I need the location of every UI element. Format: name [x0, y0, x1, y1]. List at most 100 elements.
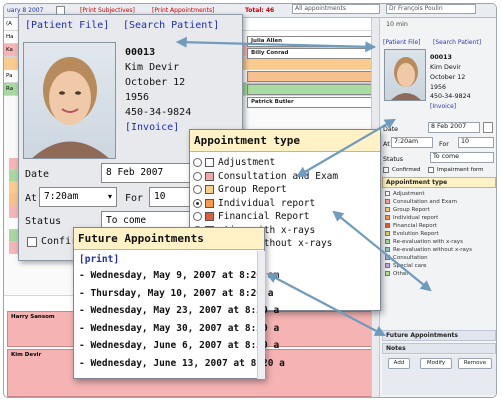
patient-file-link[interactable]: [Patient File]	[25, 20, 109, 31]
for-label: For	[125, 193, 144, 204]
radio-button[interactable]	[193, 198, 202, 208]
date-field[interactable]: 8 Feb 2007	[428, 122, 480, 133]
color-swatch	[385, 207, 390, 212]
patient-phone: 450-34-9824	[430, 93, 471, 100]
appointment-type-option[interactable]: Consultation and Exam	[385, 199, 472, 207]
status-select[interactable]: To come	[430, 152, 494, 163]
search-patient-link[interactable]: [Search Patient]	[123, 20, 219, 31]
appointment-type-option[interactable]: Individual report	[385, 215, 472, 223]
patient-name: Kim Devir	[125, 62, 180, 73]
patient-photo	[384, 49, 426, 101]
future-appointment-item: - Wednesday, May 30, 2007 at 8:20 a	[79, 322, 280, 334]
patient-id: 00013	[125, 47, 156, 58]
patient-birth-year: 1956	[125, 92, 150, 103]
patient-phone: 450-34-9824	[125, 107, 192, 118]
appointment-type-label: Individual report	[218, 197, 316, 209]
appointment-block[interactable]	[247, 71, 372, 82]
future-appointment-item: - Wednesday, June 6, 2007 at 8:20 a	[79, 340, 280, 351]
appointment-type-option[interactable]: Special care	[385, 263, 472, 271]
app-screenshot: uary 8 2007 [Print Subjectives] [Print A…	[0, 0, 502, 402]
total-count: Total: 46	[245, 7, 275, 14]
patient-birthday: October 12	[430, 74, 466, 81]
interval-label: 10 min	[386, 21, 408, 28]
appointment-type-option[interactable]: Adjustment	[385, 191, 472, 199]
status-label: Status	[25, 216, 62, 227]
modify-button[interactable]: Modify	[420, 358, 452, 369]
radio-button[interactable]	[193, 185, 202, 194]
calendar-icon[interactable]	[483, 122, 493, 133]
search-patient-link[interactable]: [Search Patient]	[433, 39, 481, 46]
appointment-block[interactable]: Billy Conrad	[247, 48, 372, 59]
status-label: Status	[383, 156, 404, 163]
appointment-type-option[interactable]: Group Report	[193, 183, 287, 196]
color-swatch	[205, 198, 214, 208]
future-appointments-header[interactable]: Future Appointments	[382, 330, 496, 341]
future-appointment-item: - Thursday, May 10, 2007 at 8:20 a	[79, 287, 274, 299]
for-label: For	[439, 141, 449, 148]
at-label: At	[383, 141, 390, 148]
color-swatch	[385, 199, 390, 204]
future-appointments-title: Future Appointments	[74, 228, 264, 250]
color-swatch	[385, 247, 390, 252]
color-swatch	[385, 271, 390, 276]
appointment-type-list: Adjustment Consultation and Exam Group R…	[385, 191, 472, 279]
date-field[interactable]: 8 Feb 2007	[101, 163, 203, 183]
add-button[interactable]: Add	[388, 358, 410, 369]
popup-scrollbar[interactable]	[257, 251, 265, 379]
patient-photo-image	[391, 57, 421, 100]
patient-birth-year: 1956	[430, 84, 447, 91]
confirmed-checkbox[interactable]	[383, 167, 389, 173]
appointment-type-option[interactable]: Other	[385, 271, 472, 279]
invoice-link[interactable]: [Invoice]	[125, 122, 179, 133]
patient-id: 00013	[430, 54, 452, 61]
appointment-type-header: Appointment type	[382, 177, 496, 188]
notes-header[interactable]: Notes	[382, 343, 496, 354]
patient-photo	[23, 42, 116, 159]
appointment-type-label: Adjustment	[218, 157, 276, 168]
impairment-label: Impairment form	[437, 167, 484, 173]
time-select[interactable]: 7:20am	[391, 137, 433, 148]
appointment-type-option[interactable]: Evolution Report	[385, 231, 472, 239]
impairment-checkbox[interactable]	[428, 167, 434, 173]
radio-button[interactable]	[193, 212, 202, 221]
appointment-type-option[interactable]: Group Report	[385, 207, 472, 215]
appointment-block[interactable]	[247, 84, 372, 95]
appointment-block[interactable]: Julia Allen	[247, 36, 372, 47]
appointment-type-option[interactable]: Adjustment	[193, 156, 275, 169]
appointment-type-option[interactable]: Re-evaluation with x-rays	[385, 239, 472, 247]
duration-select[interactable]: 10	[458, 137, 494, 148]
print-link[interactable]: [print]	[79, 254, 119, 265]
radio-button[interactable]	[193, 158, 202, 167]
radio-button[interactable]	[193, 171, 202, 181]
patient-photo-image	[32, 57, 109, 158]
appointment-type-option[interactable]: Financial Report	[193, 210, 310, 223]
color-swatch	[205, 171, 214, 181]
appointment-filter-select[interactable]: All appointments	[292, 4, 380, 14]
color-swatch	[205, 158, 214, 167]
remove-button[interactable]: Remove	[458, 358, 492, 369]
color-swatch	[385, 223, 390, 228]
doctor-select[interactable]: Dr François Poulin	[386, 4, 476, 14]
appointment-type-option[interactable]: Consultation and Exam	[193, 170, 338, 183]
right-panel: 10 min [Patient File] [Search Patient] 0…	[379, 18, 496, 397]
future-appointment-item: - Wednesday, June 13, 2007 at 8:20 a	[79, 357, 285, 369]
invoice-link[interactable]: [Invoice]	[430, 103, 456, 110]
appointment-type-option[interactable]: Re-evaluation without x-rays	[385, 247, 472, 255]
color-swatch	[205, 212, 214, 221]
chevron-down-icon[interactable]: ▾	[105, 191, 115, 203]
future-appointment-item: - Wednesday, May 9, 2007 at 8:20 am	[79, 270, 280, 281]
color-swatch	[385, 255, 390, 260]
appointment-type-option[interactable]: Consultation	[385, 255, 472, 263]
date-label: Date	[25, 169, 50, 180]
appointment-type-option[interactable]: Financial Report	[385, 223, 472, 231]
appointment-type-label: Financial Report	[218, 211, 310, 222]
appointment-type-option[interactable]: Individual report	[193, 197, 315, 210]
patient-file-link[interactable]: [Patient File]	[383, 39, 421, 46]
color-swatch	[385, 231, 390, 236]
color-swatch	[385, 239, 390, 244]
date-label: Date	[383, 126, 399, 133]
appointment-block[interactable]: Patrick Butler	[247, 97, 372, 108]
color-swatch	[385, 263, 390, 268]
confirmed-checkbox[interactable]	[27, 237, 37, 247]
appointment-type-label: Group Report	[218, 184, 287, 195]
